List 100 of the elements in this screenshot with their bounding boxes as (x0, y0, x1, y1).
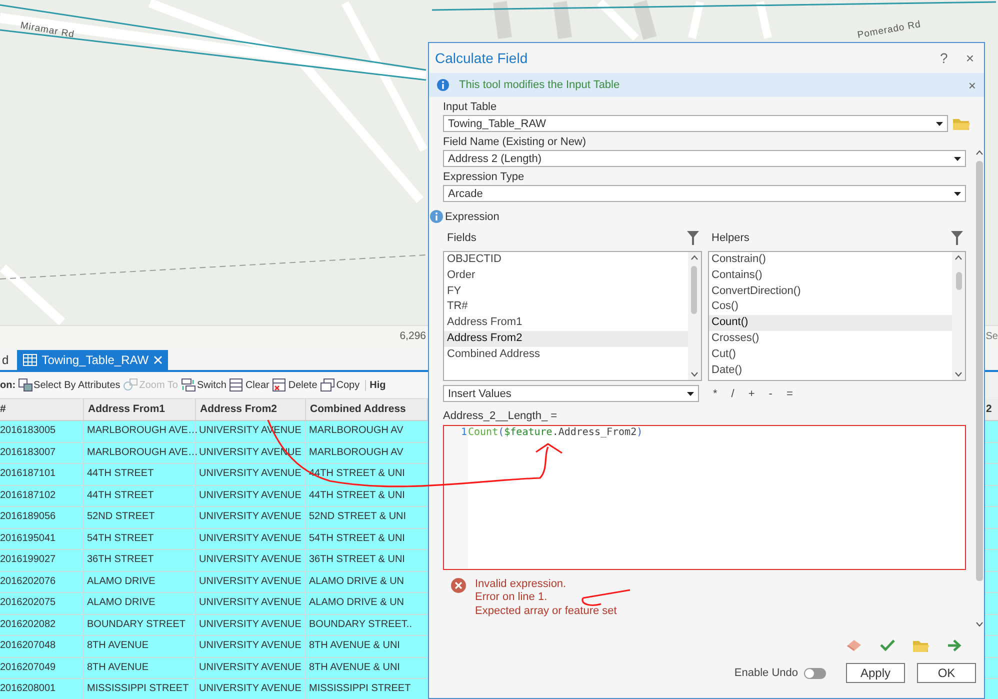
list-item[interactable]: Count() (708, 315, 952, 331)
scrollbar[interactable] (952, 252, 965, 380)
scroll-down-icon[interactable] (976, 622, 982, 627)
scroll-down-icon[interactable] (690, 372, 698, 377)
close-button[interactable]: × (966, 50, 974, 66)
scrollbar-thumb[interactable] (976, 161, 982, 581)
eraser-icon[interactable] (846, 638, 862, 652)
list-item[interactable]: FY (444, 284, 688, 300)
operator-button[interactable]: / (731, 388, 734, 400)
operator-button[interactable]: - (768, 388, 772, 400)
list-item[interactable]: Order (444, 268, 688, 284)
operator-button[interactable]: = (786, 388, 793, 400)
table-cell: 2016195041 (0, 528, 84, 549)
list-item[interactable]: Address From2 (444, 330, 688, 347)
table-cell: ALAMO DRIVE (84, 572, 196, 592)
table-cell: 54TH STREET (84, 528, 196, 549)
table-cell-text: 54TH STREET & UNI (308, 532, 406, 546)
table-cell-text: 36TH STREET & UNI (308, 553, 406, 567)
toolbar-button[interactable]: Delete (271, 376, 318, 394)
list-item[interactable]: Date() (708, 362, 952, 378)
table-cell: UNIVERSITY AVENUE (196, 486, 306, 506)
table-tab[interactable]: d (0, 350, 17, 370)
dialog-button[interactable]: OK (917, 663, 976, 683)
table-cell: MARLBOROUGH AVE… (84, 442, 196, 463)
toolbar-button[interactable]: Select By Attributes (16, 376, 122, 394)
scrollbar-thumb[interactable] (691, 266, 697, 314)
scroll-up-icon[interactable] (955, 255, 962, 260)
close-icon[interactable] (154, 356, 162, 364)
column-header[interactable]: 2 (985, 399, 998, 420)
table-cell: UNIVERSITY AVENUE (196, 572, 306, 592)
toggle-switch[interactable] (804, 668, 826, 678)
parameter-label: Field Name (Existing or New) (443, 136, 588, 148)
arrow-icon[interactable] (947, 638, 962, 652)
dropdown[interactable]: Arcade (443, 185, 966, 202)
operator-button[interactable]: + (748, 388, 755, 400)
list-item[interactable]: Address From1 (444, 315, 688, 331)
road-label: Miramar Rd (19, 20, 76, 40)
list-item[interactable]: Combined Address (444, 346, 688, 363)
road-label: Pomerado Rd (856, 18, 922, 41)
table-cell-text: BOUNDARY STREET.. (308, 618, 413, 632)
table-cell: 36TH STREET (84, 550, 196, 570)
scroll-down-icon[interactable] (955, 372, 962, 377)
table-cell: 2016202076 (0, 572, 84, 592)
list-label: Fields (447, 232, 476, 244)
table-cell: BOUNDARY STREET (84, 614, 196, 635)
search-hint: Se (986, 330, 998, 342)
info-icon (437, 79, 449, 91)
close-icon[interactable]: × (968, 78, 976, 92)
table-cell: UNIVERSITY AVENUE (196, 528, 306, 549)
table-cell: 2016202075 (0, 593, 84, 614)
scroll-up-icon[interactable] (976, 150, 982, 155)
table-cell-text: MARLBOROUGH AV (308, 446, 404, 460)
column-header[interactable]: # (0, 399, 84, 420)
table-tab[interactable]: Towing_Table_RAW (16, 350, 168, 370)
table-cell-text: 44TH STREET & UNI (308, 488, 406, 502)
list-item[interactable]: Crosses() (708, 330, 952, 347)
select-icon (18, 378, 33, 392)
table-cell: 8TH AVENUE (84, 636, 196, 656)
list-item[interactable]: TR# (444, 299, 688, 316)
scrollbar[interactable] (688, 252, 700, 380)
toolbar-button[interactable]: Copy (319, 376, 361, 394)
operator-button[interactable]: * (713, 388, 718, 400)
list-item[interactable]: Cut() (708, 346, 952, 363)
column-header[interactable]: Address From1 (84, 399, 196, 420)
insert-values-dropdown[interactable]: Insert Values (443, 385, 699, 402)
check-icon[interactable] (880, 639, 895, 651)
dropdown[interactable]: Towing_Table_RAW (443, 115, 948, 132)
annotation-arrow (582, 589, 631, 606)
toolbar-button[interactable]: Switch (180, 376, 228, 394)
table-cell: UNIVERSITY AVENUE (196, 658, 306, 678)
list-item[interactable]: OBJECTID (444, 252, 688, 268)
scrollbar-thumb[interactable] (956, 272, 962, 290)
copy-icon (320, 378, 336, 392)
column-header[interactable]: Address From2 (196, 399, 306, 420)
code-line: Count($feature.Address_From2) (468, 426, 643, 440)
list-item[interactable]: Contains() (708, 268, 952, 284)
help-button[interactable]: ? (940, 50, 948, 66)
folder-icon[interactable] (913, 638, 929, 652)
table-cell: UNIVERSITY AVENUE (196, 614, 306, 635)
dropdown[interactable]: Address 2 (Length) (443, 150, 966, 167)
target-field-label: Address_2__Length_ = (443, 410, 558, 422)
table-icon (22, 354, 37, 366)
list-item[interactable]: ConvertDirection() (708, 284, 952, 300)
filter-icon[interactable] (686, 231, 698, 245)
folder-icon[interactable] (953, 117, 970, 130)
table-cell: UNIVERSITY AVENUE (196, 679, 306, 699)
table-cell: 2016183005 (0, 421, 84, 442)
dialog-button[interactable]: Apply (846, 663, 905, 683)
toolbar-button[interactable]: Clear (228, 376, 270, 394)
code-editor[interactable]: 1Count($feature.Address_From2) (443, 425, 966, 570)
table-cell: MARLBOROUGH AVE… (84, 421, 196, 442)
table-cell-text: 8TH AVENUE & UNI (308, 639, 401, 653)
filter-icon[interactable] (951, 231, 963, 245)
table-cell: MISSISSIPPI STREET (84, 679, 196, 699)
list-item[interactable]: Cos() (708, 299, 952, 316)
info-message: This tool modifies the Input Table (459, 79, 620, 91)
scroll-up-icon[interactable] (690, 255, 698, 260)
table-cell: 44TH STREET (84, 464, 196, 484)
caret-icon (954, 192, 961, 196)
list-item[interactable]: Constrain() (708, 252, 952, 268)
